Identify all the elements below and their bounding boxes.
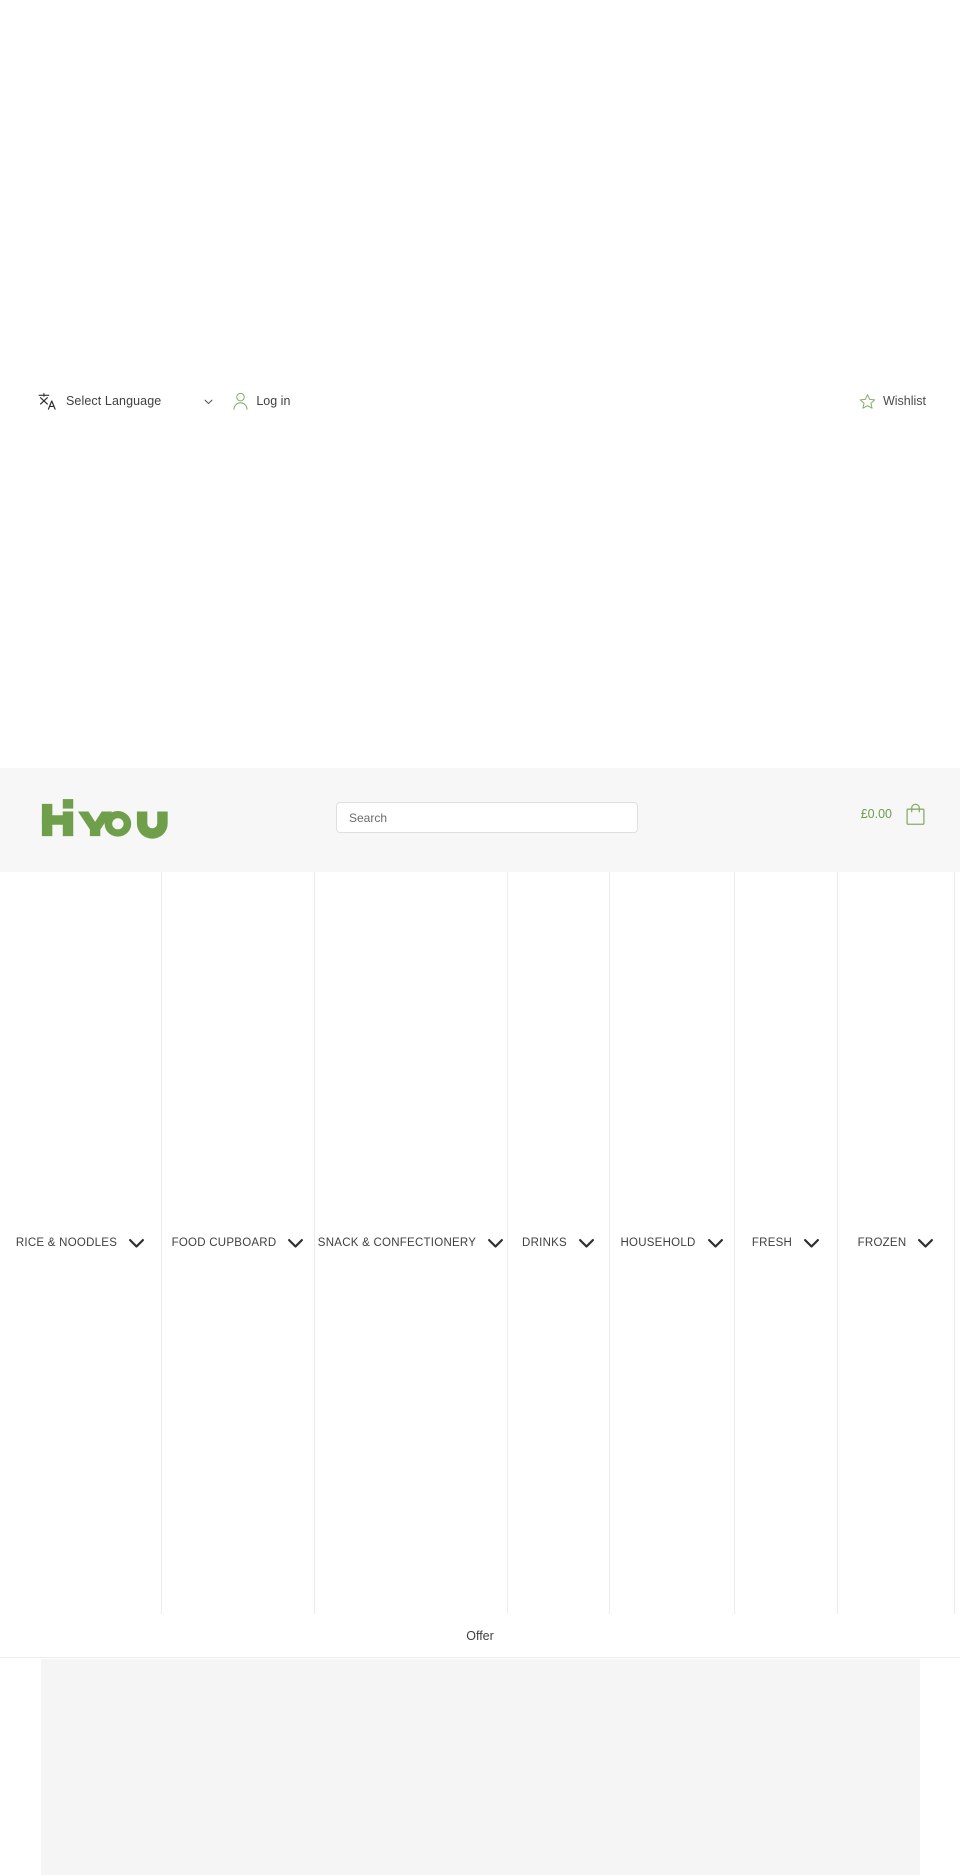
nav-item-drinks[interactable]: DRINKS <box>508 872 610 1614</box>
cart-total: £0.00 <box>860 807 892 821</box>
utility-bar-left: Select Language Log in <box>38 392 290 411</box>
star-icon <box>859 393 876 409</box>
nav-label: FROZEN <box>857 1237 907 1249</box>
chevron-down-icon <box>288 1238 304 1248</box>
cart-button[interactable]: £0.00 <box>861 802 926 826</box>
nav-label: SNACK & CONFECTIONERY <box>317 1237 477 1249</box>
shopping-bag-icon <box>906 803 925 825</box>
search-input[interactable] <box>336 802 638 833</box>
chevron-down-icon <box>488 1238 504 1248</box>
offer-link[interactable]: Offer <box>466 1629 494 1643</box>
nav-item-fresh[interactable]: FRESH <box>735 872 838 1614</box>
category-nav: RICE & NOODLES FOOD CUPBOARD SNACK & CON… <box>0 872 960 1614</box>
nav-label: DRINKS <box>522 1237 567 1249</box>
utility-bar: Select Language Log in Wishlist <box>0 380 960 422</box>
chevron-down-icon[interactable] <box>203 396 214 407</box>
nav-item-household[interactable]: HOUSEHOLD <box>610 872 735 1614</box>
chevron-down-icon <box>129 1238 145 1248</box>
chevron-down-icon <box>578 1238 594 1248</box>
site-logo[interactable] <box>40 796 192 844</box>
nav-item-frozen[interactable]: FROZEN <box>838 872 955 1614</box>
nav-item-food-cupboard[interactable]: FOOD CUPBOARD <box>162 872 315 1614</box>
hero-banner-placeholder <box>41 1659 920 1875</box>
search-field-wrapper <box>336 802 638 833</box>
nav-item-snack-confectionery[interactable]: SNACK & CONFECTIONERY <box>315 872 508 1614</box>
wishlist-button[interactable]: Wishlist <box>859 393 926 410</box>
login-label: Log in <box>256 394 291 408</box>
nav-label: RICE & NOODLES <box>15 1237 118 1249</box>
nav-label: FRESH <box>751 1237 793 1249</box>
login-button[interactable]: Log in <box>232 392 290 410</box>
language-label: Select Language <box>66 394 162 408</box>
language-selector[interactable]: Select Language <box>38 392 214 411</box>
chevron-down-icon <box>918 1238 934 1248</box>
chevron-down-icon <box>707 1238 723 1248</box>
wishlist-label: Wishlist <box>882 394 926 408</box>
person-icon <box>233 392 248 410</box>
nav-label: FOOD CUPBOARD <box>171 1237 277 1249</box>
chevron-down-icon <box>804 1238 820 1248</box>
offer-row: Offer <box>0 1614 960 1658</box>
nav-label: HOUSEHOLD <box>620 1237 696 1249</box>
page-root: Select Language Log in Wishlist Search £… <box>0 0 960 1875</box>
nav-item-rice-noodles[interactable]: RICE & NOODLES <box>0 872 162 1614</box>
translate-icon <box>38 392 56 410</box>
